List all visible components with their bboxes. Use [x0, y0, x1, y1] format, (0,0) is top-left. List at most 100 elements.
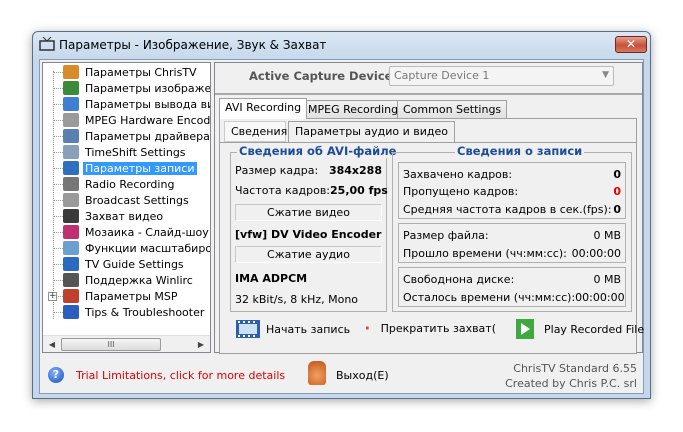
scroll-right-icon[interactable]: ▶	[194, 338, 208, 351]
credit-text: Created by Chris P.C. srl	[505, 377, 637, 390]
video-compression-header: Сжатие видео	[235, 204, 382, 221]
elapsed-value: 00:00:00	[571, 246, 621, 260]
audio-compression-header: Сжатие аудио	[235, 246, 382, 263]
window-title: Параметры - Изображение, Звук & Захват	[59, 38, 327, 52]
tree-item[interactable]: Параметры ChrisTV	[63, 64, 199, 80]
exit-button[interactable]: Выход(E)	[336, 369, 389, 382]
tree-line	[53, 280, 63, 281]
tree-item-icon	[63, 209, 79, 223]
audio-codec: IMA ADPCM	[235, 271, 308, 285]
tree-item-icon	[63, 241, 79, 255]
tree-item[interactable]: TimeShift Settings	[63, 144, 188, 160]
tree-item-icon	[63, 145, 79, 159]
fps-label: Частота кадров:	[235, 183, 331, 197]
tree-item-icon	[63, 97, 79, 111]
tree-item-label: Параметры вывода видео	[85, 97, 210, 111]
tree-item-icon	[63, 257, 79, 271]
tree-line	[53, 232, 63, 233]
frame-size-value: 384x288	[328, 163, 382, 177]
dropped-value: 0	[613, 184, 621, 198]
settings-panel: Active Capture Device : Capture Device 1…	[214, 62, 644, 354]
avgfps-label: Средняя частота кадров в сек.(fps):	[403, 202, 612, 216]
horizontal-scrollbar[interactable]: ◀ III ▶	[43, 335, 210, 352]
tv-icon	[39, 37, 55, 51]
tree-line	[53, 200, 63, 201]
tree-item[interactable]: Broadcast Settings	[63, 192, 191, 208]
chevron-down-icon: ▼	[602, 70, 609, 80]
tree-item[interactable]: Параметры драйвера	[63, 128, 210, 144]
tree-item[interactable]: Захват видео	[63, 208, 165, 224]
elapsed-label: Прошло времени (чч:мм:сс):	[403, 246, 567, 260]
thumbs-up-icon[interactable]	[308, 361, 326, 385]
footer: ? Trial Limitations, click for more deta…	[40, 355, 643, 393]
filesize-label: Размер файла:	[403, 228, 489, 242]
tree-item[interactable]: Мозаика - Слайд-шоу	[63, 224, 210, 240]
tree-item-icon	[63, 289, 79, 303]
free-value: 0 MB	[593, 272, 621, 286]
tab-mpeg-recording[interactable]: MPEG Recording	[302, 100, 405, 119]
tree-item[interactable]: Параметры изображения	[63, 80, 211, 96]
start-recording-button[interactable]: Начать запись	[236, 319, 350, 339]
play-recorded-button[interactable]: Play Recorded File	[516, 319, 644, 339]
device-select[interactable]: Capture Device 1 ▼	[389, 66, 614, 86]
stop-capture-button[interactable]: Прекратить захват(	[366, 319, 496, 337]
tree-line	[53, 264, 63, 265]
tree-item[interactable]: Параметры MSP	[63, 288, 179, 304]
subtab-audio-video[interactable]: Параметры аудио и видео	[288, 121, 455, 142]
avgfps-value: 0	[613, 202, 621, 216]
tree-item-label: Захват видео	[85, 209, 164, 223]
video-codec: [vfw] DV Video Encoder	[235, 227, 382, 241]
play-recorded-label: Play Recorded File	[544, 322, 645, 336]
file-box: Размер файла: 0 MB Прошло времени (чч:мм:…	[398, 223, 626, 263]
tree-line	[53, 88, 63, 89]
settings-window: Параметры - Изображение, Звук & Захват ✕…	[32, 31, 651, 399]
tree-item[interactable]: TV Guide Settings	[63, 256, 186, 272]
tree-item[interactable]: Параметры записи	[63, 160, 197, 176]
captured-value: 0	[613, 167, 621, 181]
tree-item[interactable]: Tips & Troubleshooter	[63, 304, 206, 320]
disk-box: Свободнона диске: 0 MB Осталось времени (…	[398, 267, 626, 307]
scroll-left-icon[interactable]: ◀	[45, 338, 59, 351]
tree-item-icon	[63, 113, 79, 127]
tree-line	[53, 248, 63, 249]
tree-item-icon	[63, 65, 79, 79]
trial-limitations-link[interactable]: Trial Limitations, click for more detail…	[76, 369, 285, 382]
tree-item-icon	[63, 193, 79, 207]
tree-item-label: Мозаика - Слайд-шоу	[85, 225, 209, 239]
tree-item-label: Параметры изображения	[85, 81, 211, 95]
tab-common-settings[interactable]: Common Settings	[397, 100, 508, 119]
device-label: Active Capture Device :	[249, 69, 402, 83]
tree-item[interactable]: Radio Recording	[63, 176, 176, 192]
tree-item-label: Broadcast Settings	[85, 193, 189, 207]
title-bar[interactable]: Параметры - Изображение, Звук & Захват ✕	[33, 32, 650, 58]
tree-item-icon	[63, 129, 79, 143]
tree-line	[53, 136, 63, 137]
expand-icon[interactable]: +	[48, 292, 57, 301]
tree-line	[53, 216, 63, 217]
client-area: Параметры ChrisTV Параметры изображения Па…	[39, 59, 644, 394]
record-info-group: Сведения о записи Захвачено кадров: 0 Про…	[392, 144, 632, 312]
remaining-value: 00:00:00	[575, 290, 625, 304]
help-icon[interactable]: ?	[48, 367, 64, 383]
tree-item[interactable]: Поддержка Winlirc	[63, 272, 195, 288]
free-label: Свободнона диске:	[403, 272, 515, 286]
scroll-thumb[interactable]: III	[61, 338, 161, 351]
tree-item[interactable]: MPEG Hardware Encoding	[63, 112, 211, 128]
tree-item-icon	[63, 305, 79, 319]
close-button[interactable]: ✕	[615, 36, 647, 53]
tree-item-label: Параметры MSP	[85, 289, 178, 303]
stop-icon	[366, 326, 369, 330]
tree-item[interactable]: Параметры вывода видео	[63, 96, 210, 112]
frames-box: Захвачено кадров: 0 Пропущено кадров: 0 Ср…	[398, 162, 626, 219]
version-text: ChrisTV Standard 6.55	[513, 362, 637, 375]
tree-item-label: Параметры драйвера	[85, 129, 210, 143]
device-value: Capture Device 1	[394, 69, 490, 82]
film-icon	[236, 320, 260, 338]
subtab-info[interactable]: Сведения	[224, 121, 287, 142]
tree-item-icon	[63, 161, 79, 175]
tree-item-icon	[63, 225, 79, 239]
tree-item-label: MPEG Hardware Encoding	[85, 113, 211, 127]
tab-avi-recording[interactable]: AVI Recording	[219, 98, 308, 119]
tree-item[interactable]: Функции масштабирования	[63, 240, 210, 256]
tab-content: Сведения Параметры аудио и видео Сведени…	[219, 118, 644, 354]
